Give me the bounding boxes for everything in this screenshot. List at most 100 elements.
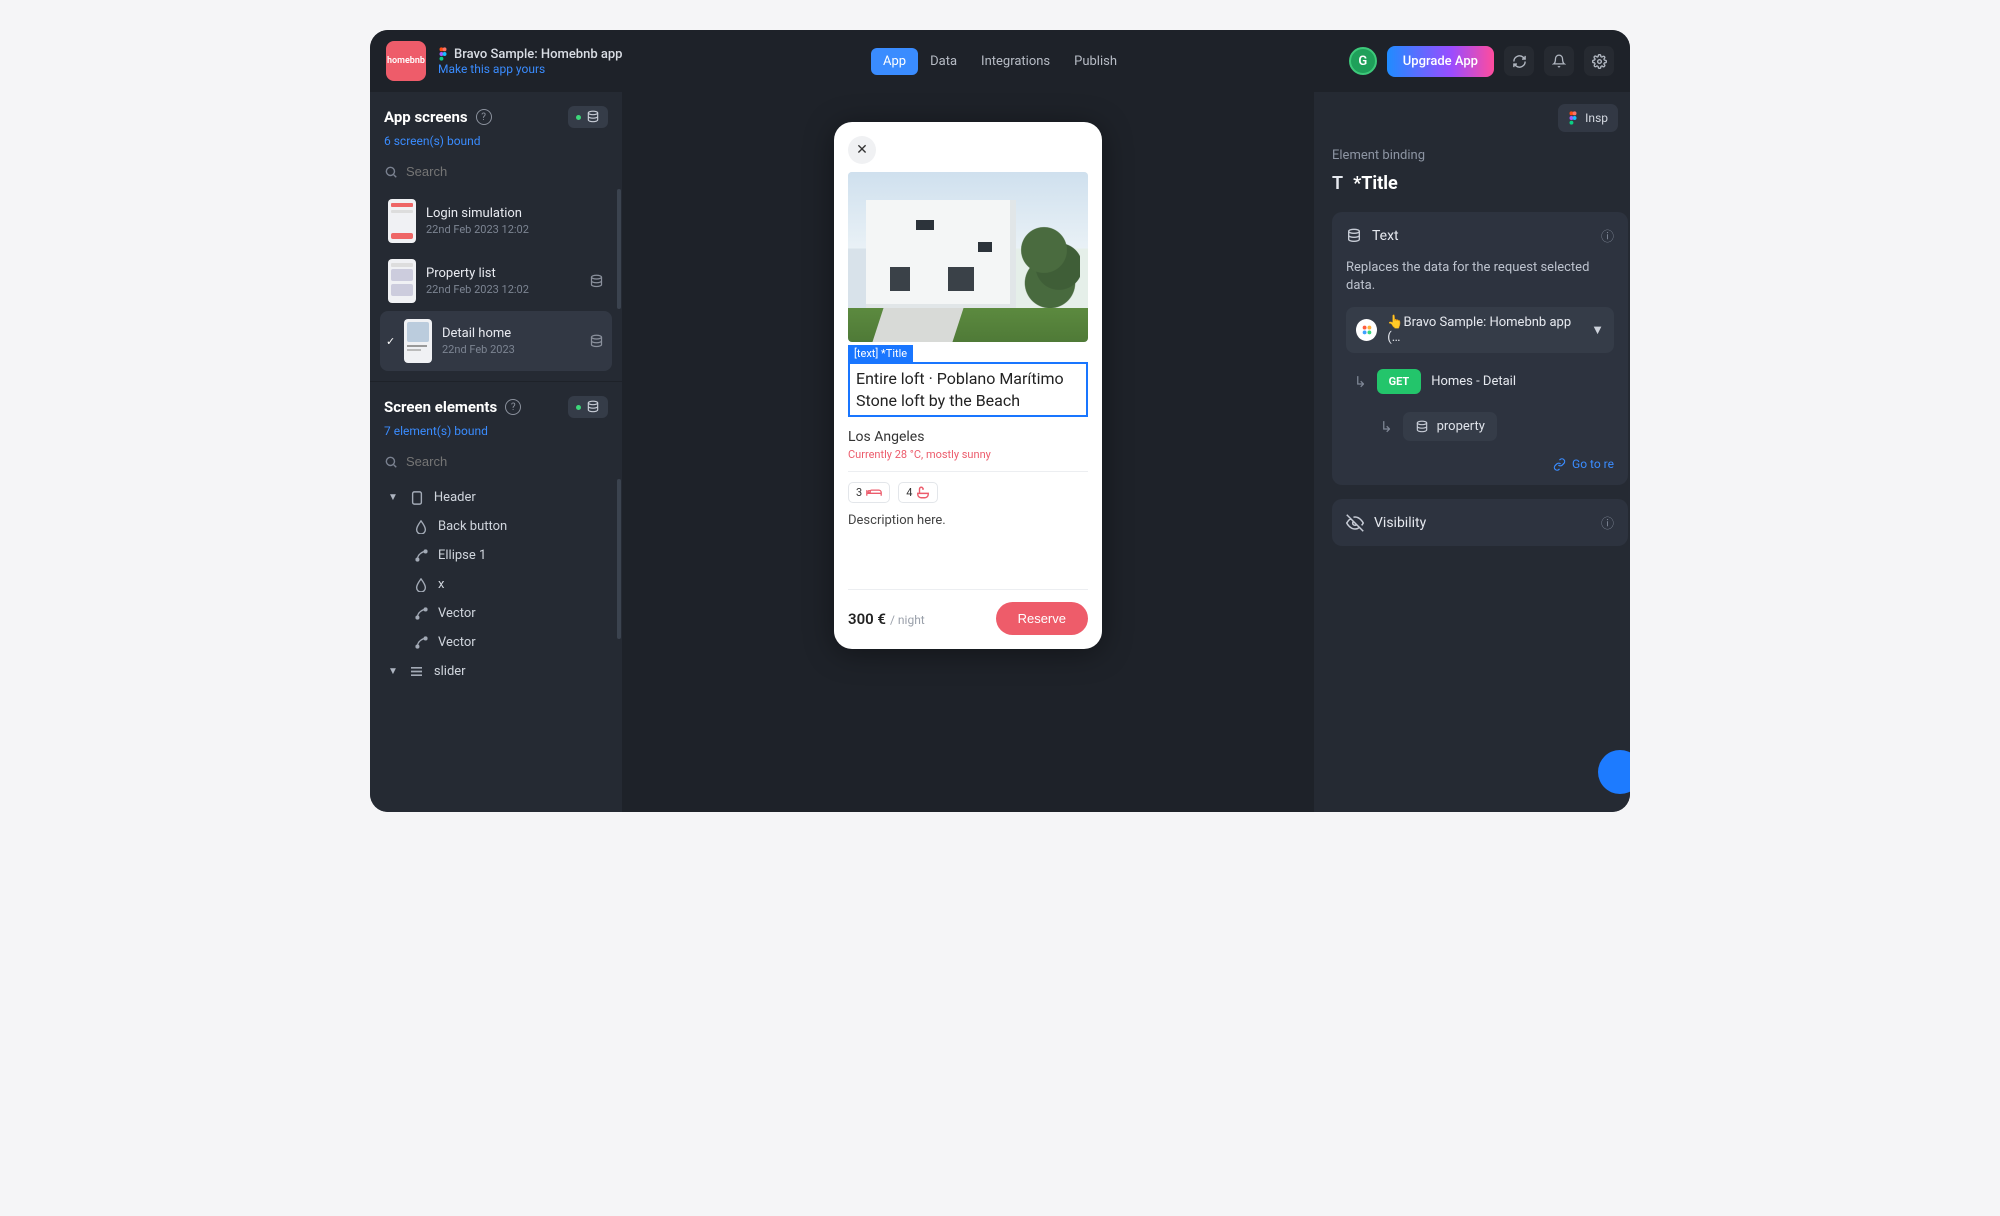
elements-search-input[interactable] [406, 454, 608, 469]
bath-icon [916, 486, 930, 499]
screens-bound-link[interactable]: 6 screen(s) bound [384, 134, 608, 148]
inspect-label: Insp [1585, 111, 1608, 125]
baths-count: 4 [906, 486, 912, 499]
help-icon[interactable]: ? [505, 399, 521, 415]
title-selection-box[interactable]: Entire loft · Poblano Marítimo Stone lof… [848, 362, 1088, 417]
tree-item-vector-1[interactable]: Vector [384, 599, 612, 628]
screens-search[interactable] [384, 158, 608, 181]
avatar[interactable]: G [1349, 47, 1377, 75]
text-panel-heading: Text [1372, 228, 1399, 244]
tree-label: x [438, 577, 444, 592]
status-dot-icon [576, 405, 581, 410]
screen-name: Property list [426, 266, 529, 281]
tree-item-slider[interactable]: ▼ slider [384, 657, 612, 686]
tab-integrations[interactable]: Integrations [969, 48, 1062, 75]
property-description: Description here. [848, 513, 1088, 583]
source-logo-icon [1356, 319, 1377, 341]
chevron-down-icon: ▼ [388, 492, 398, 503]
app-screens-heading: App screens [384, 108, 468, 126]
beds-chip: 3 [848, 482, 890, 503]
top-nav: App Data Integrations Publish [871, 48, 1129, 75]
app-frame: homebnb Bravo Sample: Homebnb app Make t… [370, 30, 1630, 812]
screen-elements-section: Screen elements ? 7 element(s) bound [370, 382, 622, 479]
app-title: Bravo Sample: Homebnb app [454, 47, 622, 62]
canvas[interactable]: ✕ [text] *Title Entire loft · Poblano Ma… [622, 92, 1314, 812]
drop-icon [414, 520, 428, 534]
bed-icon [866, 487, 882, 498]
search-icon [384, 165, 398, 179]
screen-thumb [404, 319, 432, 363]
elements-bound-link[interactable]: 7 element(s) bound [384, 424, 608, 438]
http-method-badge: GET [1377, 369, 1422, 394]
bell-icon[interactable] [1544, 46, 1574, 76]
help-icon[interactable]: ? [476, 109, 492, 125]
tab-data[interactable]: Data [918, 48, 969, 75]
scrollbar[interactable] [617, 479, 621, 639]
app-screens-section: App screens ? 6 screen(s) bound [370, 92, 622, 189]
phone-preview: ✕ [text] *Title Entire loft · Poblano Ma… [834, 122, 1102, 649]
search-icon [384, 455, 398, 469]
element-tag-label: [text] *Title [848, 345, 913, 362]
screen-thumb [388, 259, 416, 303]
make-app-yours-link[interactable]: Make this app yours [438, 62, 622, 76]
amenity-chips: 3 4 [848, 482, 1088, 503]
property-name: property [1437, 419, 1485, 434]
tree-item-back-button[interactable]: Back button [384, 512, 612, 541]
check-icon: ✓ [386, 335, 395, 348]
endpoint-row[interactable]: ↳ GET Homes - Detail [1350, 363, 1614, 400]
tree-item-ellipse[interactable]: Ellipse 1 [384, 541, 612, 570]
vector-icon [414, 549, 428, 562]
screen-date: 22nd Feb 2023 12:02 [426, 223, 529, 236]
tab-publish[interactable]: Publish [1062, 48, 1129, 75]
visibility-panel[interactable]: Visibility ⓘ [1332, 499, 1628, 546]
info-icon[interactable]: ⓘ [1601, 513, 1614, 532]
sidebar: App screens ? 6 screen(s) bound [370, 92, 622, 812]
close-button[interactable]: ✕ [848, 136, 876, 164]
topbar: homebnb Bravo Sample: Homebnb app Make t… [370, 30, 1630, 92]
screen-item-login[interactable]: Login simulation 22nd Feb 2023 12:02 [380, 191, 612, 251]
scrollbar[interactable] [617, 189, 621, 309]
elements-db-indicator[interactable] [568, 396, 608, 418]
topbar-right: G Upgrade App [1349, 46, 1614, 77]
goto-label: Go to re [1572, 457, 1614, 471]
baths-chip: 4 [898, 482, 938, 503]
data-source-select[interactable]: 👆Bravo Sample: Homebnb app (… ▼ [1346, 307, 1614, 353]
property-title: Entire loft · Poblano Marítimo Stone lof… [856, 368, 1080, 411]
drop-icon [414, 578, 428, 592]
beds-count: 3 [856, 486, 862, 499]
screen-elements-heading: Screen elements [384, 398, 497, 416]
element-tree: ▼ Header Back button [370, 479, 622, 696]
visibility-off-icon [1346, 514, 1364, 532]
tree-item-x[interactable]: x [384, 570, 612, 599]
screen-list: Login simulation 22nd Feb 2023 12:02 Pro… [370, 189, 622, 381]
right-panel: Insp Element binding T *Title Text ⓘ [1314, 92, 1630, 812]
database-icon [586, 110, 600, 124]
screen-item-detail-home[interactable]: ✓ Detail home 22nd Feb 2023 [380, 311, 612, 371]
elements-search[interactable] [384, 448, 608, 471]
sub-arrow-icon: ↳ [1354, 373, 1367, 391]
tree-label: Header [434, 490, 476, 505]
tab-app[interactable]: App [871, 48, 918, 75]
database-icon [1415, 420, 1429, 434]
refresh-icon[interactable] [1504, 46, 1534, 76]
gear-icon[interactable] [1584, 46, 1614, 76]
goto-request-link[interactable]: Go to re [1553, 457, 1614, 471]
tree-item-vector-2[interactable]: Vector [384, 628, 612, 657]
screen-item-property-list[interactable]: Property list 22nd Feb 2023 12:02 [380, 251, 612, 311]
tree-label: Ellipse 1 [438, 548, 486, 563]
screens-search-input[interactable] [406, 164, 608, 179]
screen-thumb [388, 199, 416, 243]
reserve-button[interactable]: Reserve [996, 602, 1088, 635]
database-icon [589, 274, 604, 289]
screens-db-indicator[interactable] [568, 106, 608, 128]
tree-item-header[interactable]: ▼ Header [384, 483, 612, 512]
tree-label: Vector [438, 635, 476, 650]
screen-name: Detail home [442, 326, 515, 341]
upgrade-button[interactable]: Upgrade App [1387, 46, 1494, 77]
property-row[interactable]: ↳ property [1376, 406, 1614, 447]
link-icon [1553, 458, 1566, 471]
tree-label: Back button [438, 519, 507, 534]
container-icon [410, 491, 424, 505]
info-icon[interactable]: ⓘ [1601, 226, 1614, 245]
inspect-button[interactable]: Insp [1558, 104, 1618, 132]
